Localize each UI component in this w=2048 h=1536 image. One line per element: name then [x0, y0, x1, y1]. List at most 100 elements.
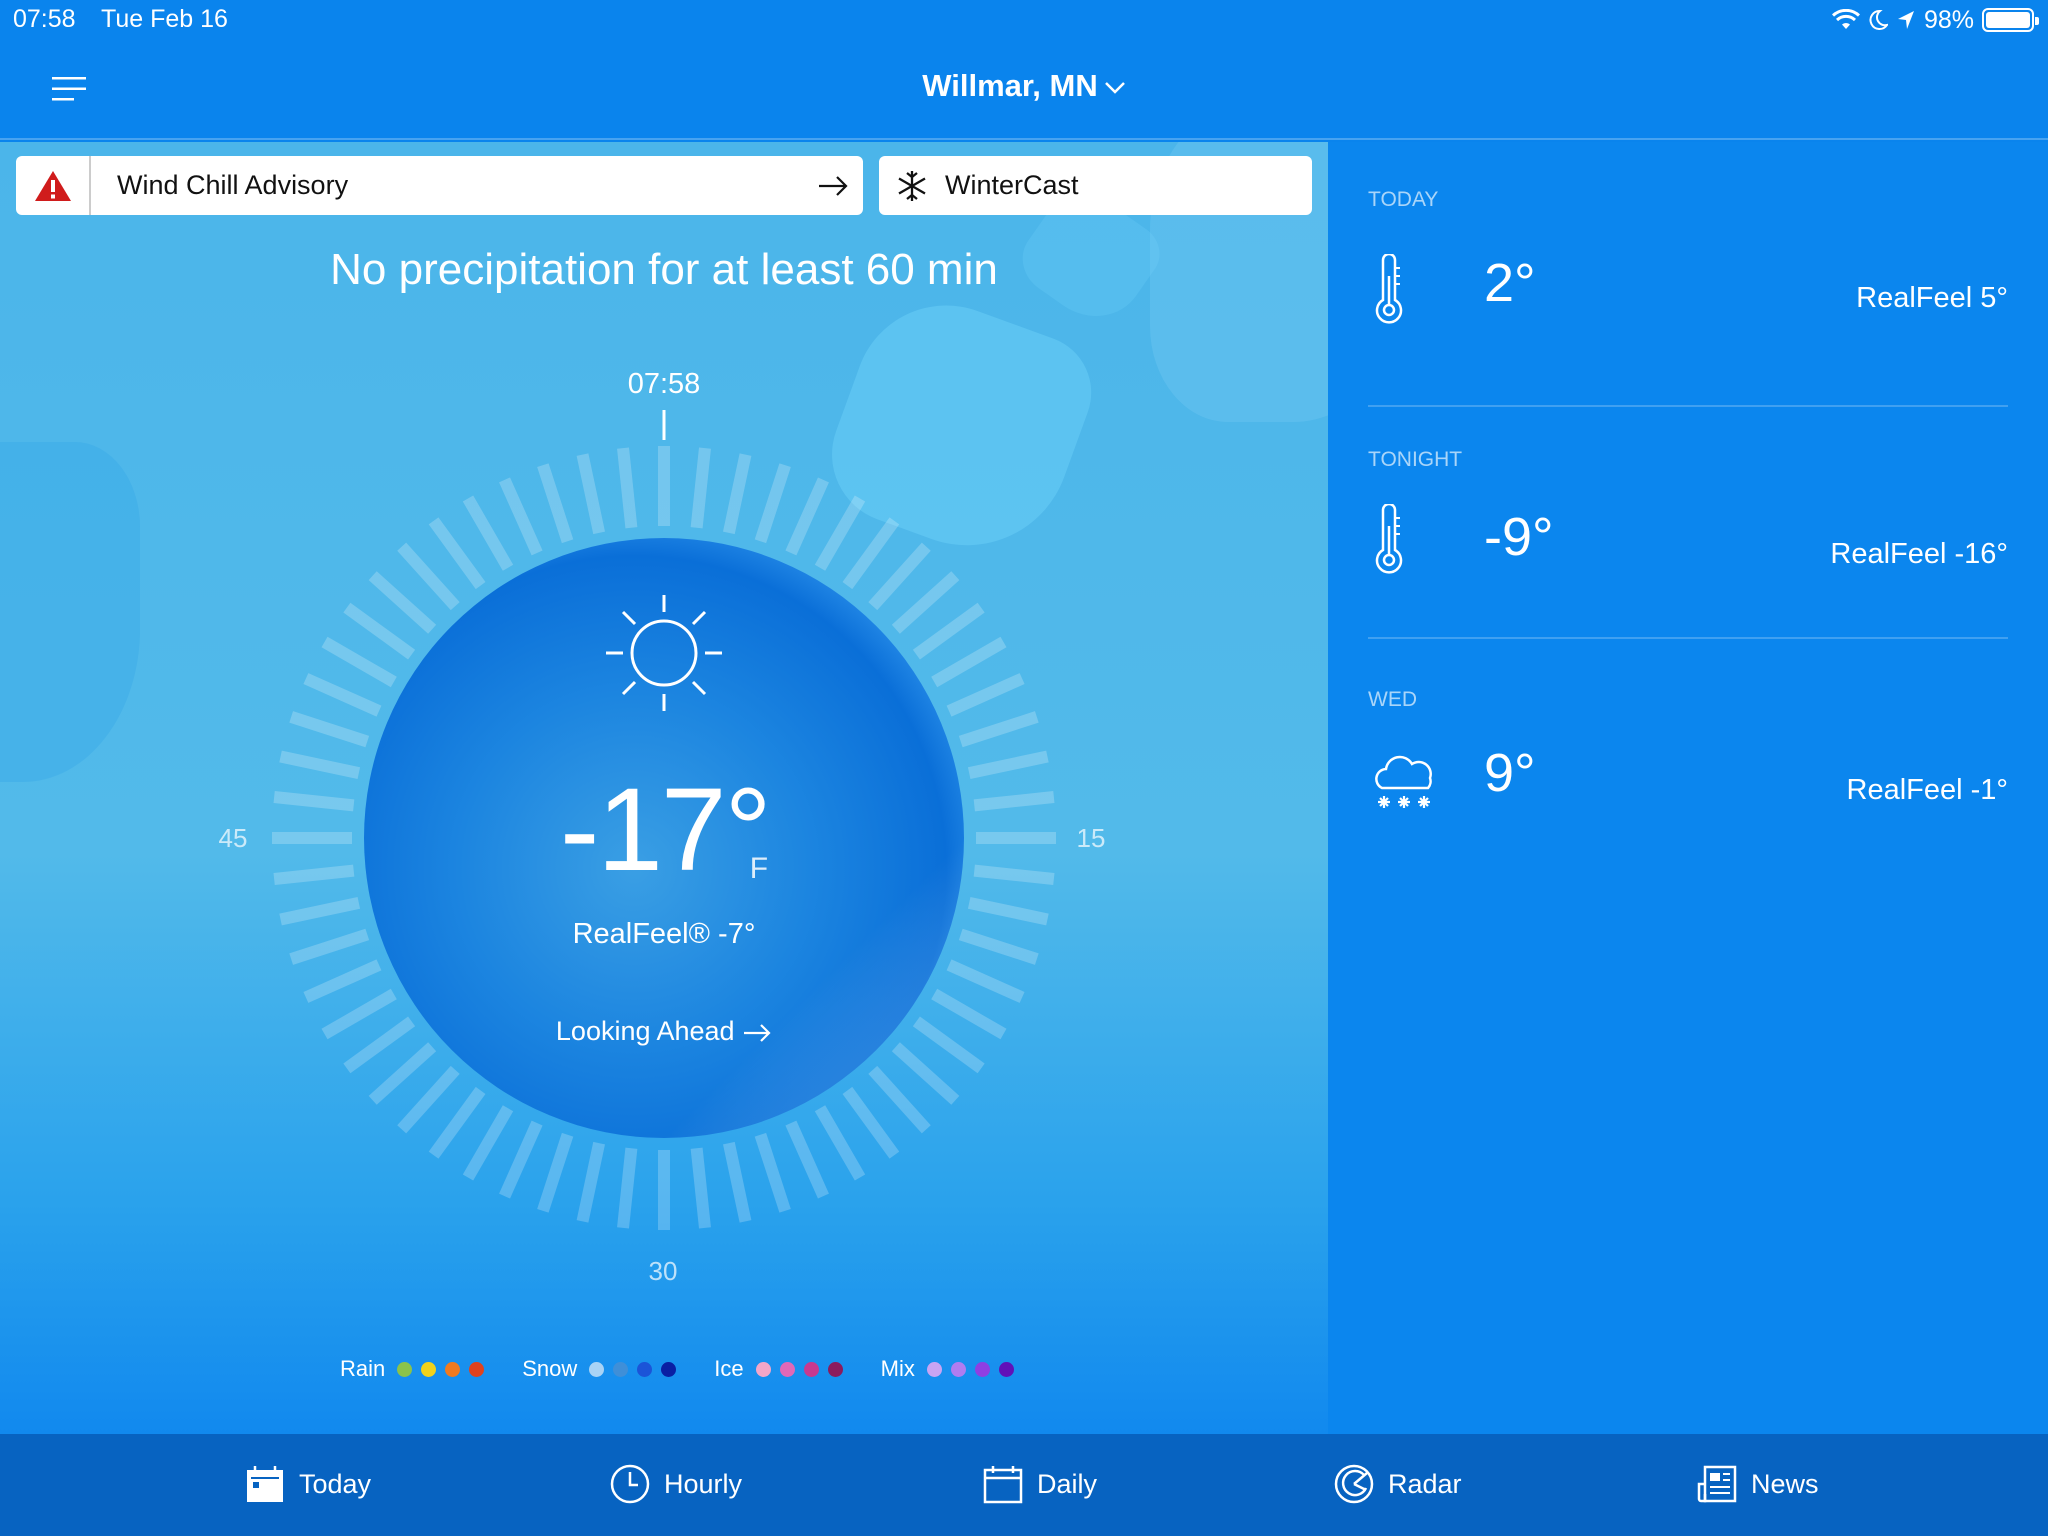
legend-mix: Mix	[881, 1356, 1014, 1382]
dial-tick	[273, 864, 355, 885]
wifi-icon	[1831, 9, 1860, 29]
status-date: Tue Feb 16	[101, 5, 228, 33]
legend-ice-dot	[803, 1361, 819, 1377]
current-temperature: -17°F	[364, 762, 964, 898]
dial-tick	[814, 1105, 866, 1181]
dial-tick	[973, 791, 1055, 812]
tab-label: News	[1751, 1468, 1819, 1499]
tab-radar[interactable]: Radar	[1334, 1464, 1462, 1504]
forecast-today[interactable]: TODAY 2° RealFeel 5°	[1368, 188, 2008, 408]
dial-tick	[537, 1132, 574, 1213]
dial-tick	[321, 988, 397, 1040]
tab-label: Radar	[1388, 1468, 1462, 1499]
dial-tick	[868, 1065, 931, 1134]
dial-tick	[754, 1132, 791, 1213]
dial-tick	[722, 453, 752, 535]
dial-tick	[891, 1042, 960, 1105]
tab-label: Today	[299, 1468, 372, 1499]
legend-ice-label: Ice	[714, 1356, 744, 1381]
dial-tick	[279, 750, 361, 780]
divider	[1368, 637, 2008, 639]
dial-tick	[912, 1016, 985, 1074]
dial-tick	[958, 928, 1039, 965]
dial-tick	[931, 988, 1007, 1040]
dial-tick	[303, 673, 382, 717]
dial-tick	[462, 495, 514, 571]
temp-unit: F	[749, 852, 769, 885]
dial-tick	[690, 447, 711, 529]
legend-mix-dot	[950, 1361, 966, 1377]
period-realfeel: RealFeel 5°	[1856, 282, 2008, 314]
cloud-snow-icon	[1375, 755, 1432, 808]
dial-tick	[617, 447, 638, 529]
looking-ahead-label: Looking Ahead	[555, 1016, 735, 1046]
dial-tick	[868, 542, 931, 611]
dial-tick	[537, 463, 574, 544]
legend-rain-dot	[397, 1361, 413, 1377]
dial-tick	[289, 711, 370, 748]
legend-mix-dot	[998, 1361, 1014, 1377]
period-temp: 9°	[1484, 743, 1536, 803]
dial-tick	[462, 1105, 514, 1181]
dial-tick	[343, 1016, 416, 1074]
legend-ice-dot	[779, 1361, 795, 1377]
forecast-wed[interactable]: WED 9° RealFeel -1°	[1368, 688, 2008, 868]
legend-mix-label: Mix	[880, 1356, 915, 1381]
thermometer-icon	[1375, 504, 1403, 574]
legend-rain: Rain	[340, 1356, 485, 1382]
legend-rain-label: Rain	[340, 1356, 386, 1381]
period-label: TODAY	[1368, 188, 1439, 211]
dial-current-time: 07:58	[627, 368, 701, 400]
tab-label: Hourly	[664, 1468, 743, 1499]
radar-icon	[1334, 1464, 1374, 1504]
dial-tick	[279, 896, 361, 926]
dial-tick	[967, 896, 1049, 926]
dial-tick	[891, 571, 960, 634]
dial-tick	[576, 453, 606, 535]
dial-tick	[617, 1147, 638, 1229]
tab-daily[interactable]: Daily	[983, 1464, 1097, 1504]
period-label: TONIGHT	[1368, 448, 1463, 471]
dial-tick	[303, 959, 382, 1003]
period-realfeel: RealFeel -16°	[1830, 538, 2008, 570]
dial-tick	[321, 636, 397, 688]
clock-icon	[610, 1464, 650, 1504]
legend-ice: Ice	[714, 1356, 843, 1382]
location-selector[interactable]: Willmar, MN	[0, 68, 2048, 104]
dial-tick	[368, 1042, 437, 1105]
forecast-tonight[interactable]: TONIGHT -9° RealFeel -16°	[1368, 448, 2008, 628]
legend-snow-dot	[661, 1361, 677, 1377]
dial-tick	[785, 477, 829, 556]
status-time: 07:58	[13, 5, 76, 33]
location-name: Willmar, MN	[922, 68, 1098, 103]
dial-tick	[690, 1147, 711, 1229]
looking-ahead-link[interactable]: Looking Ahead	[464, 1016, 864, 1047]
legend-snow-dot	[589, 1361, 605, 1377]
dial-label-15: 15	[1076, 823, 1106, 853]
current-temp-value: -17°	[559, 764, 772, 896]
legend-ice-dot	[827, 1361, 843, 1377]
current-realfeel: RealFeel® -7°	[572, 918, 756, 950]
dial-tick	[428, 1086, 486, 1159]
header: Willmar, MN	[0, 40, 2048, 140]
tab-hourly[interactable]: Hourly	[610, 1464, 742, 1504]
dial-tick	[343, 602, 416, 660]
legend-snow-label: Snow	[522, 1356, 578, 1381]
arrow-right-icon	[744, 1024, 771, 1042]
dial-label-45: 45	[218, 823, 248, 853]
dial-tick	[397, 1065, 460, 1134]
dial-tick	[499, 1120, 543, 1199]
precipitation-legend: Rain Snow Ice Mix	[340, 1356, 1014, 1382]
dial-tick	[842, 1086, 900, 1159]
period-label: WED	[1368, 688, 1417, 711]
dial-tick	[931, 636, 1007, 688]
dial-tick	[499, 477, 543, 556]
legend-rain-dot	[445, 1361, 461, 1377]
legend-mix-dot	[974, 1361, 990, 1377]
moon-icon	[1869, 9, 1888, 30]
dial-tick	[368, 571, 437, 634]
tab-today[interactable]: Today	[245, 1464, 371, 1504]
dial-tick	[785, 1120, 829, 1199]
dial-tick	[958, 711, 1039, 748]
tab-news[interactable]: News	[1697, 1464, 1819, 1504]
